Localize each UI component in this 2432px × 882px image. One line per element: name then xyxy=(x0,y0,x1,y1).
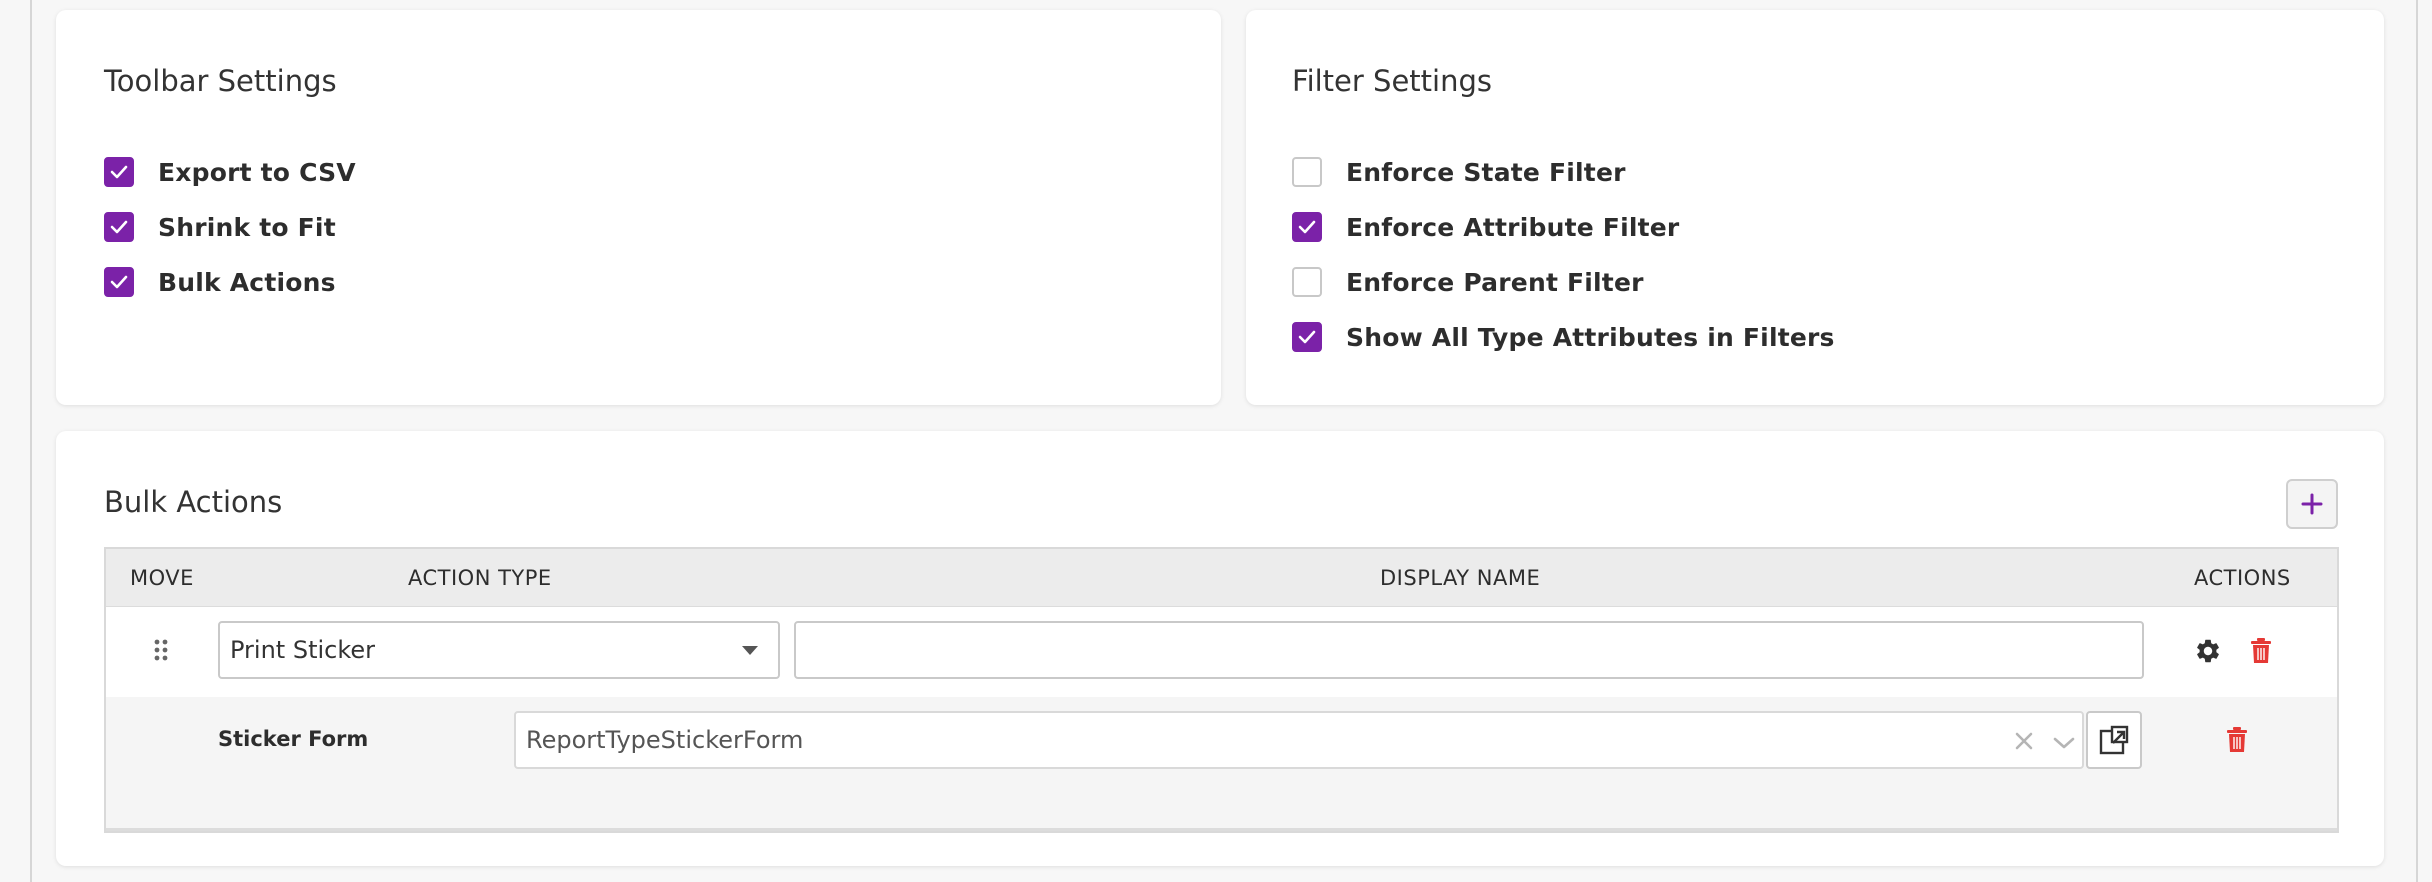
action-type-value: Print Sticker xyxy=(230,636,376,664)
checkbox[interactable] xyxy=(104,157,134,187)
column-header-action-type: ACTION TYPE xyxy=(408,566,552,590)
display-name-input[interactable] xyxy=(794,621,2144,679)
check-icon xyxy=(1298,330,1316,344)
sticker-form-value: ReportTypeStickerForm xyxy=(526,726,804,754)
chevron-down-icon[interactable] xyxy=(2051,731,2077,759)
option-enforce-state-filter[interactable]: Enforce State Filter xyxy=(1292,156,1626,188)
option-export-csv[interactable]: Export to CSV xyxy=(104,156,356,188)
option-enforce-attribute-filter[interactable]: Enforce Attribute Filter xyxy=(1292,211,1679,243)
toolbar-settings-card: Toolbar Settings Export to CSV Shrink to… xyxy=(56,10,1221,405)
check-icon xyxy=(110,220,128,234)
option-bulk-actions[interactable]: Bulk Actions xyxy=(104,266,336,298)
option-show-all-type-attributes[interactable]: Show All Type Attributes in Filters xyxy=(1292,321,1835,353)
add-bulk-action-button[interactable] xyxy=(2286,479,2338,529)
checkbox[interactable] xyxy=(1292,322,1322,352)
sub-field-row: Sticker Form ReportTypeStickerForm xyxy=(106,697,2337,817)
filter-settings-card: Filter Settings Enforce State Filter Enf… xyxy=(1246,10,2384,405)
checkbox[interactable] xyxy=(1292,267,1322,297)
bulk-actions-table: MOVE ACTION TYPE DISPLAY NAME ACTIONS Pr… xyxy=(104,547,2339,833)
checkbox-label: Enforce State Filter xyxy=(1346,157,1626,187)
sticker-form-label: Sticker Form xyxy=(218,727,369,751)
bulk-actions-card: Bulk Actions MOVE ACTION TYPE DISPLAY NA… xyxy=(56,431,2384,866)
check-icon xyxy=(110,275,128,289)
table-header: MOVE ACTION TYPE DISPLAY NAME ACTIONS xyxy=(106,549,2337,607)
checkbox[interactable] xyxy=(104,267,134,297)
drag-handle-icon[interactable] xyxy=(154,639,168,665)
checkbox-label: Enforce Parent Filter xyxy=(1346,267,1644,297)
plus-icon xyxy=(2301,493,2323,515)
filter-settings-title: Filter Settings xyxy=(1292,64,1492,98)
open-form-button[interactable] xyxy=(2086,711,2142,769)
bulk-actions-title: Bulk Actions xyxy=(104,485,283,519)
scrollbar-track[interactable] xyxy=(2416,0,2418,882)
column-header-display-name: DISPLAY NAME xyxy=(1380,566,1541,590)
checkbox-label: Enforce Attribute Filter xyxy=(1346,212,1680,242)
check-icon xyxy=(1298,220,1316,234)
table-row: Print Sticker xyxy=(106,607,2337,697)
toolbar-settings-title: Toolbar Settings xyxy=(104,64,337,98)
column-header-move: MOVE xyxy=(130,566,194,590)
checkbox-label: Bulk Actions xyxy=(158,267,336,297)
checkbox-label: Show All Type Attributes in Filters xyxy=(1346,322,1835,352)
trash-icon[interactable] xyxy=(2250,638,2272,668)
external-link-icon xyxy=(2099,725,2129,755)
gear-icon[interactable] xyxy=(2194,637,2222,669)
caret-down-icon xyxy=(742,646,758,655)
check-icon xyxy=(110,165,128,179)
action-type-select[interactable]: Print Sticker xyxy=(218,621,780,679)
left-border xyxy=(30,0,32,882)
sticker-form-combobox[interactable]: ReportTypeStickerForm xyxy=(514,711,2084,769)
checkbox[interactable] xyxy=(1292,212,1322,242)
trash-icon[interactable] xyxy=(2226,727,2248,757)
checkbox[interactable] xyxy=(1292,157,1322,187)
clear-x-icon[interactable] xyxy=(2011,728,2037,760)
column-header-actions: ACTIONS xyxy=(2194,566,2291,590)
checkbox[interactable] xyxy=(104,212,134,242)
table-footer-rule xyxy=(106,828,2337,831)
option-shrink-to-fit[interactable]: Shrink to Fit xyxy=(104,211,336,243)
checkbox-label: Export to CSV xyxy=(158,157,356,187)
checkbox-label: Shrink to Fit xyxy=(158,212,336,242)
option-enforce-parent-filter[interactable]: Enforce Parent Filter xyxy=(1292,266,1644,298)
